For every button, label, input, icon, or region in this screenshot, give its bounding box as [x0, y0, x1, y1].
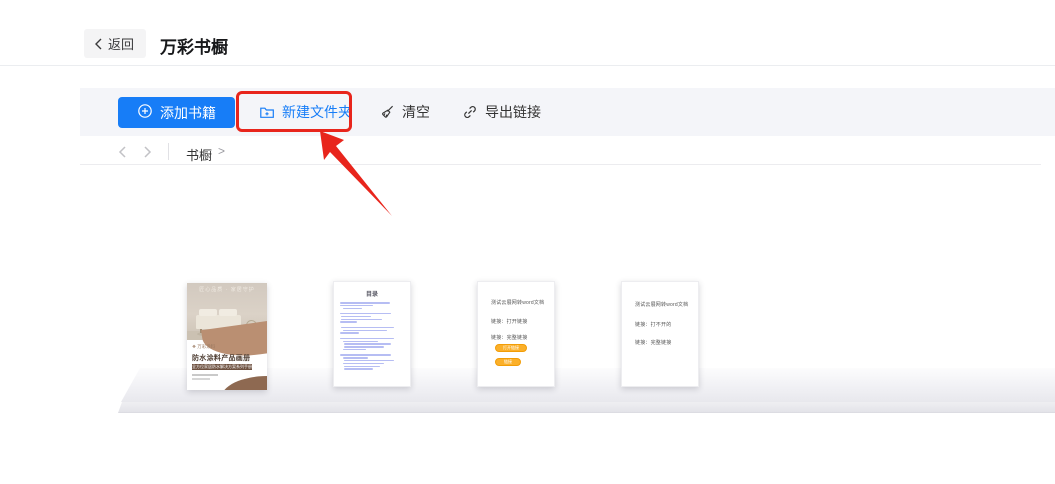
cover-lower-area: ❖ 万彩涂料 防水涂料产品画册 全方位家居防水解决方案系列手册	[187, 340, 267, 390]
nav-next-button[interactable]	[139, 144, 155, 160]
toc-entry-line	[344, 368, 373, 370]
breadcrumb-divider	[168, 143, 169, 160]
nav-prev-button[interactable]	[115, 144, 131, 160]
toc-entry-line	[340, 332, 359, 334]
toc-entry-line	[340, 354, 391, 356]
cover-footnote-line	[192, 378, 210, 380]
header-bar: 返回 万彩书橱	[0, 0, 1055, 66]
toc-lines	[340, 302, 404, 370]
clear-button[interactable]: 清空	[373, 88, 436, 136]
circle-plus-icon	[137, 103, 153, 122]
toc-entry-line	[340, 305, 373, 307]
toc-entry-line	[340, 321, 357, 323]
toc-entry-line	[343, 308, 362, 310]
back-button-label: 返回	[108, 34, 134, 53]
toc-entry-line	[340, 313, 391, 315]
toc-entry-line	[341, 327, 393, 329]
toc-entry-line	[344, 346, 384, 348]
toc-entry-line	[343, 341, 379, 343]
toc-entry-line	[340, 338, 394, 340]
export-link-label: 导出链接	[485, 102, 541, 122]
new-folder-button[interactable]: 新建文件夹	[253, 88, 358, 136]
add-books-label: 添加书籍	[160, 103, 216, 123]
chevron-left-icon	[94, 38, 103, 50]
add-books-button[interactable]: 添加书籍	[118, 97, 235, 128]
doc-text-line: 链接：完整链接	[491, 334, 527, 341]
folder-plus-icon	[259, 104, 275, 120]
cover-swoosh-bottom	[221, 376, 267, 390]
cover-footnote-line	[192, 374, 218, 376]
shelf-front-edge	[118, 402, 1055, 413]
toc-entry-line	[341, 316, 370, 318]
doc-link-pill[interactable]: 链接	[495, 358, 521, 366]
book-thumbnail-doc1[interactable]: 测试云展网转word文档 链接：打开链接 链接：完整链接 打开链接 链接	[477, 281, 555, 387]
toc-entry-line	[340, 302, 390, 304]
doc-link-pill[interactable]: 打开链接	[495, 344, 527, 352]
export-link-button[interactable]: 导出链接	[456, 88, 547, 136]
book-thumbnail-doc2[interactable]: 测试云展网转word文档 链接：打不开的 链接：完整链接	[621, 281, 699, 387]
toc-entry-line	[344, 366, 380, 368]
toolbar-bottom-rule	[80, 164, 1041, 165]
cover-caption: 匠心品质 · 家居守护	[187, 286, 267, 293]
cover-title: 防水涂料产品画册	[192, 353, 250, 363]
toc-entry-line	[343, 349, 366, 351]
doc-text-line: 链接：完整链接	[635, 339, 671, 346]
book-thumbnail-toc[interactable]: 目录	[333, 281, 411, 387]
doc-text-line: 链接：打开链接	[491, 318, 527, 325]
doc-text-line: 链接：打不开的	[635, 321, 671, 328]
page-title: 万彩书橱	[160, 33, 228, 58]
toc-heading: 目录	[340, 289, 404, 298]
toc-entry-line	[344, 343, 391, 345]
new-folder-label: 新建文件夹	[282, 102, 352, 122]
toolbar: 添加书籍 新建文件夹 清空 导出链接	[80, 88, 1055, 136]
cover-subtitle-bar: 全方位家居防水解决方案系列手册	[192, 364, 252, 370]
broom-icon	[379, 104, 395, 120]
doc-text-line: 测试云展网转word文档	[635, 301, 688, 308]
link-icon	[462, 104, 478, 120]
clear-label: 清空	[402, 102, 430, 122]
breadcrumb-root[interactable]: 书橱	[186, 145, 212, 164]
toc-entry-line	[343, 363, 384, 365]
toc-entry-line	[341, 319, 382, 321]
doc-text-line: 测试云展网转word文档	[491, 299, 544, 306]
cover-logo: ❖ 万彩涂料	[192, 344, 215, 350]
toc-entry-line	[343, 330, 388, 332]
book-thumbnail-brochure[interactable]: 匠心品质 · 家居守护 ❖ 万彩涂料 防水涂料产品画册 全方位家居防水解决方案系…	[187, 283, 267, 390]
breadcrumb-separator: >	[218, 144, 225, 158]
annotation-arrow	[312, 128, 402, 220]
toc-entry-line	[343, 357, 369, 359]
back-button[interactable]: 返回	[84, 29, 146, 58]
toc-entry-line	[344, 360, 394, 362]
